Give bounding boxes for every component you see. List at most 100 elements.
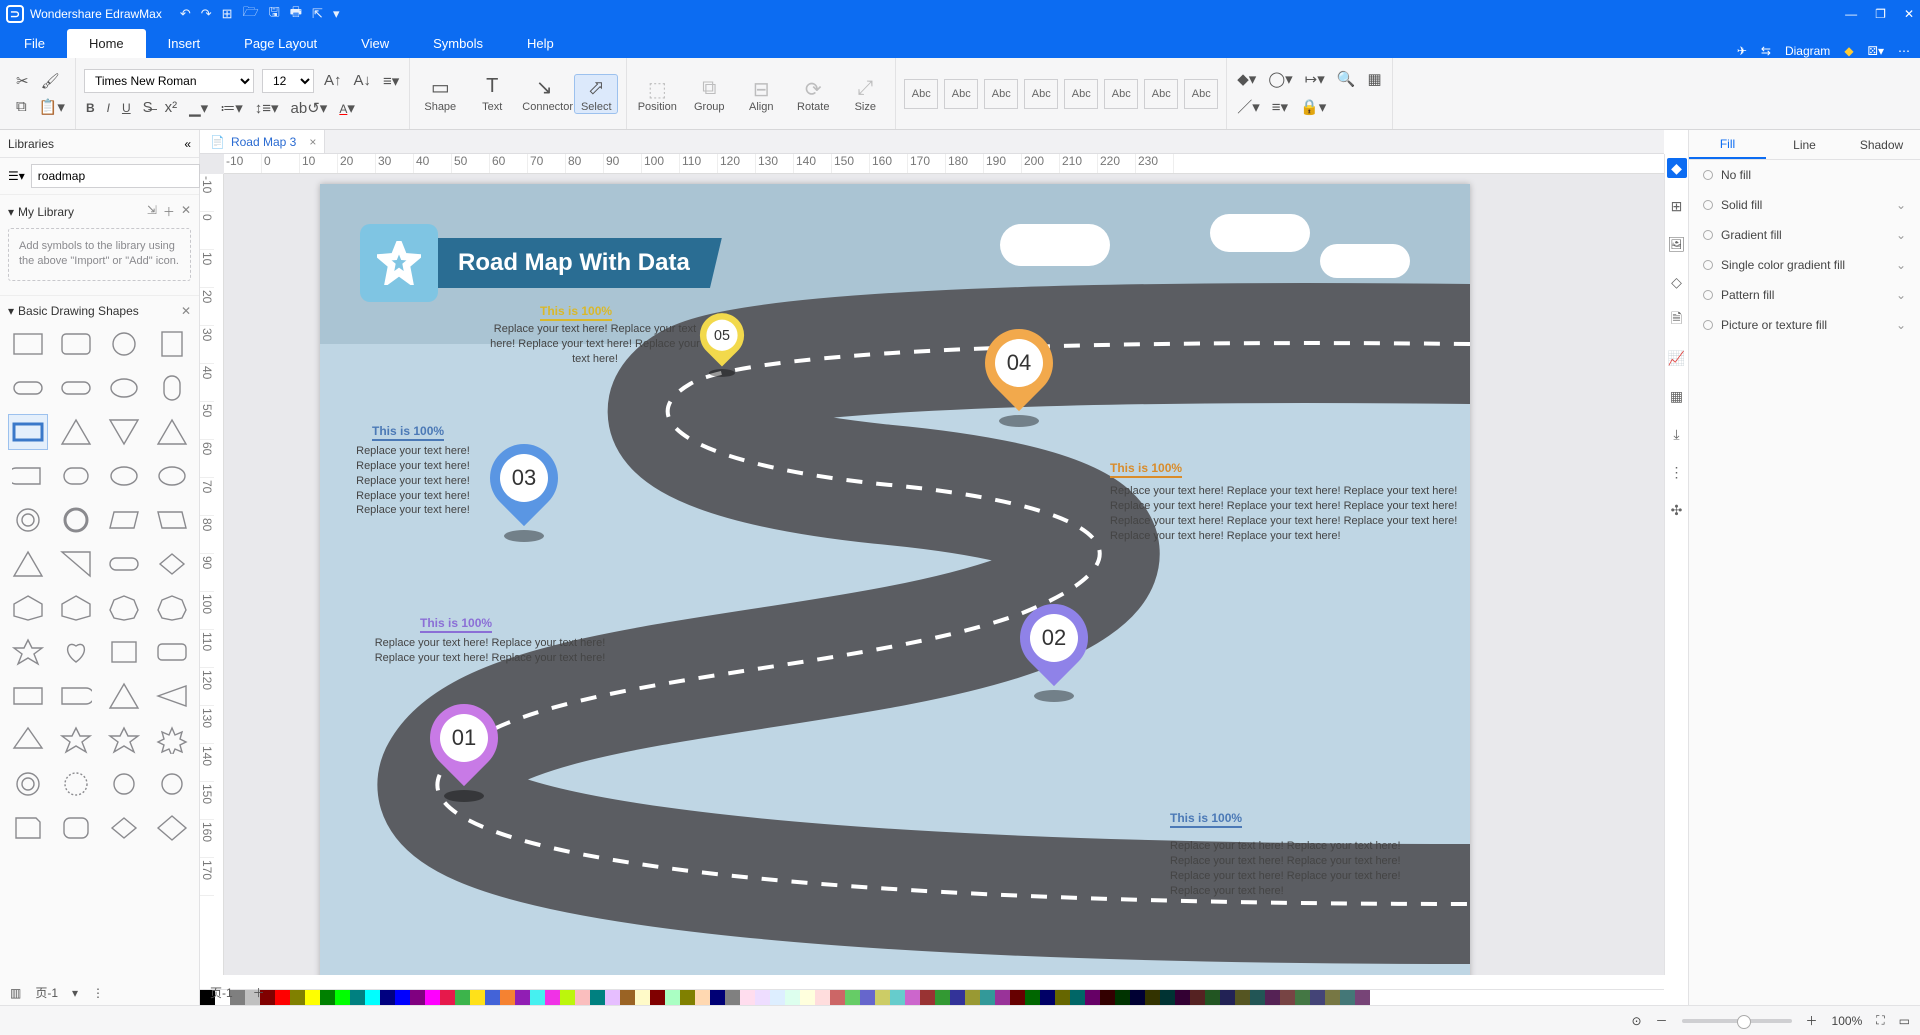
rotate-tool[interactable]: ⟳Rotate — [791, 75, 835, 113]
line-spacing-icon[interactable]: ↕≡▾ — [253, 97, 281, 119]
strike-icon[interactable]: S̶ — [141, 97, 155, 118]
shape-item[interactable] — [56, 810, 96, 846]
italic-icon[interactable]: I — [105, 97, 112, 118]
shape-item[interactable] — [56, 590, 96, 626]
layers-icon[interactable]: ▦ — [1365, 68, 1383, 90]
color-swatch[interactable] — [785, 990, 800, 1005]
close-section-icon[interactable]: ✕ — [181, 304, 191, 318]
menu-home[interactable]: Home — [67, 29, 146, 58]
zoom-out-icon[interactable]: － — [1656, 1012, 1668, 1029]
color-swatch[interactable] — [620, 990, 635, 1005]
connector-tool[interactable]: ↘Connector — [522, 75, 566, 113]
shape-item[interactable] — [104, 458, 144, 494]
color-swatch[interactable] — [800, 990, 815, 1005]
basic-shapes-header[interactable]: Basic Drawing Shapes — [18, 304, 139, 318]
select-tool[interactable]: ⬀Select — [574, 74, 618, 114]
shape-item[interactable] — [56, 766, 96, 802]
menu-insert[interactable]: Insert — [146, 29, 223, 58]
color-swatch[interactable] — [725, 990, 740, 1005]
paste-icon[interactable]: 📋▾ — [37, 96, 67, 118]
color-swatch[interactable] — [545, 990, 560, 1005]
shape-item[interactable] — [56, 370, 96, 406]
add-icon[interactable]: ＋ — [163, 203, 175, 220]
color-swatch[interactable] — [1175, 990, 1190, 1005]
color-swatch[interactable] — [1100, 990, 1115, 1005]
color-swatch[interactable] — [830, 990, 845, 1005]
color-swatch[interactable] — [605, 990, 620, 1005]
menu-help[interactable]: Help — [505, 29, 576, 58]
color-swatch[interactable] — [1220, 990, 1235, 1005]
shape-item[interactable] — [152, 502, 191, 538]
image-pane-icon[interactable]: 🖼 — [1667, 234, 1687, 254]
style-4[interactable]: Abc — [1024, 79, 1058, 109]
shape-item[interactable] — [8, 414, 48, 450]
shape-tool[interactable]: ▭Shape — [418, 75, 462, 113]
highlight-icon[interactable]: ▁▾ — [187, 97, 210, 119]
group-tool[interactable]: ⧉Group — [687, 75, 731, 113]
zoom-slider[interactable] — [1682, 1019, 1792, 1023]
shape-item[interactable] — [8, 546, 48, 582]
shape-item[interactable] — [56, 546, 96, 582]
shape-item[interactable] — [56, 414, 96, 450]
qat-more-icon[interactable]: ▾ — [333, 6, 340, 22]
color-swatch[interactable] — [1160, 990, 1175, 1005]
tab-shadow[interactable]: Shadow — [1843, 130, 1920, 159]
options-icon[interactable]: ⚄▾ — [1868, 44, 1884, 58]
import-icon[interactable]: ⇲ — [147, 203, 157, 220]
color-swatch[interactable] — [1025, 990, 1040, 1005]
color-swatch[interactable] — [935, 990, 950, 1005]
shape-item[interactable] — [8, 722, 48, 758]
shape-item[interactable] — [56, 722, 96, 758]
diagram-label[interactable]: Diagram — [1785, 44, 1830, 58]
shape-item[interactable] — [152, 546, 191, 582]
style-2[interactable]: Abc — [944, 79, 978, 109]
style-6[interactable]: Abc — [1104, 79, 1138, 109]
shape-item[interactable] — [104, 810, 144, 846]
share-icon[interactable]: ⇆ — [1761, 44, 1771, 58]
color-swatch[interactable] — [680, 990, 695, 1005]
fill-option[interactable]: Pattern fill⌄ — [1689, 280, 1920, 310]
document-tab[interactable]: 📄 Road Map 3 × — [200, 130, 325, 153]
shape-item[interactable] — [8, 678, 48, 714]
milestone-pin-04[interactable]: 04 — [985, 329, 1053, 427]
print-icon[interactable]: 🖶 — [290, 3, 302, 25]
color-swatch[interactable] — [290, 990, 305, 1005]
tab-line[interactable]: Line — [1766, 130, 1843, 159]
export-pane-icon[interactable]: ⤓ — [1667, 424, 1687, 444]
shape-item[interactable] — [8, 458, 48, 494]
zoom-in-icon[interactable]: ＋ — [1806, 1012, 1818, 1029]
shape-item[interactable] — [104, 414, 144, 450]
color-swatch[interactable] — [965, 990, 980, 1005]
arrow-style-icon[interactable]: ↦▾ — [1303, 68, 1327, 90]
color-swatch[interactable] — [1235, 990, 1250, 1005]
shape-item[interactable] — [56, 326, 96, 362]
color-swatch[interactable] — [1280, 990, 1295, 1005]
color-swatch[interactable] — [905, 990, 920, 1005]
shape-item[interactable] — [8, 634, 48, 670]
color-swatch[interactable] — [275, 990, 290, 1005]
position-tool[interactable]: ⬚Position — [635, 75, 679, 113]
shape-item[interactable] — [104, 370, 144, 406]
minimize-icon[interactable]: — — [1845, 7, 1857, 21]
format-painter-icon[interactable]: 🖌 — [39, 70, 62, 92]
cut-icon[interactable]: ✂ — [14, 70, 31, 92]
quick-styles[interactable]: Abc Abc Abc Abc Abc Abc Abc Abc — [904, 79, 1218, 109]
color-swatch[interactable] — [950, 990, 965, 1005]
shape-item[interactable] — [56, 678, 96, 714]
misc1-icon[interactable]: ⋮ — [1667, 462, 1687, 482]
color-swatch[interactable] — [650, 990, 665, 1005]
color-swatch[interactable] — [740, 990, 755, 1005]
menu-view[interactable]: View — [339, 29, 411, 58]
color-swatch[interactable] — [455, 990, 470, 1005]
color-swatch[interactable] — [1130, 990, 1145, 1005]
milestone-pin-02[interactable]: 02 — [1020, 604, 1088, 702]
color-swatch[interactable] — [920, 990, 935, 1005]
theme-pane-icon[interactable]: ⊞ — [1667, 196, 1687, 216]
color-swatch[interactable] — [440, 990, 455, 1005]
shape-item[interactable] — [152, 414, 191, 450]
premium-icon[interactable]: ◆ — [1844, 44, 1853, 58]
shape-item[interactable] — [152, 370, 191, 406]
remove-lib-icon[interactable]: ✕ — [181, 203, 191, 220]
color-swatch[interactable] — [815, 990, 830, 1005]
color-swatch[interactable] — [335, 990, 350, 1005]
